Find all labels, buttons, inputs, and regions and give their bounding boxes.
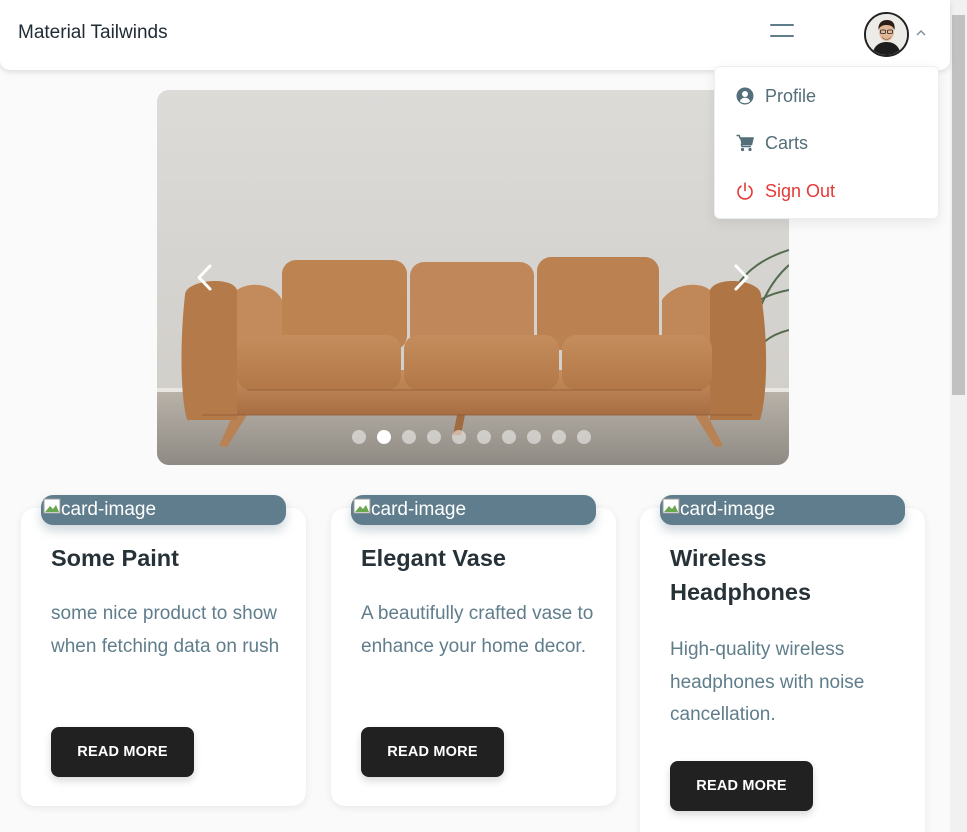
card-title: Elegant Vase (361, 545, 506, 571)
power-icon (737, 182, 753, 200)
card-image-alt: card-image (61, 499, 157, 520)
carousel-dot[interactable] (502, 430, 516, 444)
menu-item-sign-out[interactable]: Sign Out (715, 171, 938, 211)
carousel-dot[interactable] (577, 430, 591, 444)
cart-icon (736, 134, 754, 152)
read-more-button[interactable]: READ MORE (51, 727, 194, 777)
chevron-right-icon[interactable] (730, 263, 752, 293)
card-image: card-image (351, 495, 596, 525)
card-description: some nice product to show when fetching … (51, 603, 280, 657)
broken-image-icon (43, 498, 61, 514)
broken-image-icon (662, 498, 680, 514)
read-more-button[interactable]: READ MORE (361, 727, 504, 777)
card-title: Wireless Headphones (670, 545, 812, 605)
carousel-dot[interactable] (527, 430, 541, 444)
hamburger-icon[interactable] (770, 24, 794, 38)
card-image-alt: card-image (371, 499, 467, 520)
image-carousel[interactable] (157, 90, 789, 465)
card-title: Some Paint (51, 545, 179, 571)
carousel-dot[interactable] (352, 430, 366, 444)
carousel-dot[interactable] (452, 430, 466, 444)
menu-item-label: Carts (765, 133, 809, 153)
profile-dropdown-menu: Profile Carts Sign Out (714, 66, 939, 219)
carousel-slide-image (157, 90, 789, 465)
brand-title[interactable]: Material Tailwinds (18, 22, 168, 44)
carousel-dot[interactable] (477, 430, 491, 444)
navbar: Material Tailwinds (0, 0, 950, 70)
menu-item-label: Sign Out (765, 181, 836, 201)
menu-item-carts[interactable]: Carts (715, 123, 938, 163)
card-description: A beautifully crafted vase to enhance yo… (361, 603, 594, 657)
card-image-alt: card-image (680, 499, 776, 520)
product-card: card-image Some Paint some nice product … (21, 495, 306, 806)
card-description: High-quality wireless headphones with no… (670, 639, 865, 725)
product-card: card-image Wireless Headphones High-qual… (640, 495, 925, 832)
carousel-dot[interactable] (377, 430, 391, 444)
scrollbar-thumb[interactable] (952, 15, 965, 395)
carousel-dot[interactable] (427, 430, 441, 444)
user-circle-icon (736, 87, 754, 105)
avatar[interactable] (864, 12, 909, 57)
menu-item-label: Profile (765, 86, 817, 106)
chevron-up-icon[interactable] (914, 26, 928, 40)
menu-item-profile[interactable]: Profile (715, 76, 938, 116)
broken-image-icon (353, 498, 371, 514)
product-card: card-image Elegant Vase A beautifully cr… (331, 495, 616, 806)
card-image: card-image (660, 495, 905, 525)
carousel-dot[interactable] (552, 430, 566, 444)
read-more-button[interactable]: READ MORE (670, 761, 813, 811)
carousel-dot[interactable] (402, 430, 416, 444)
chevron-left-icon[interactable] (194, 263, 216, 293)
card-image: card-image (41, 495, 286, 525)
